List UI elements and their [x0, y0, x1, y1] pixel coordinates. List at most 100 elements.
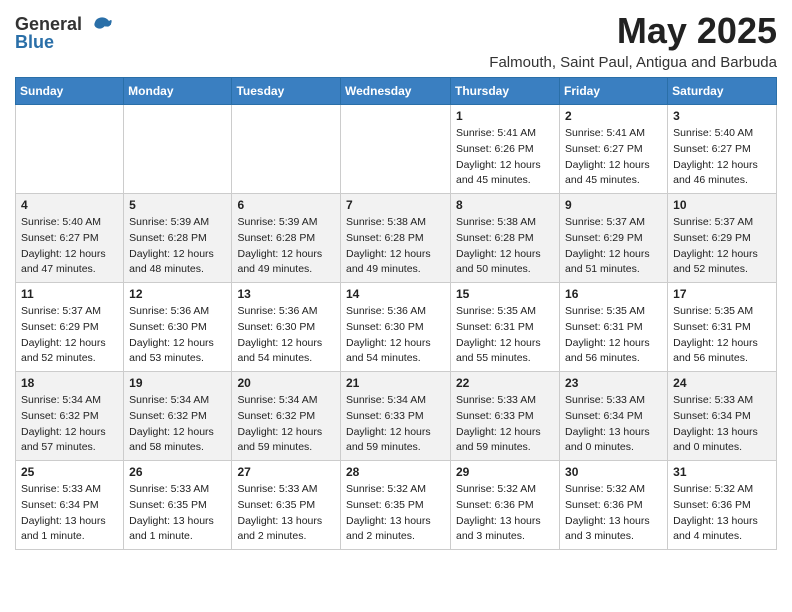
empty-cell — [16, 105, 124, 194]
day-info: Sunrise: 5:33 AM Sunset: 6:34 PM Dayligh… — [673, 393, 771, 456]
weekday-header-saturday: Saturday — [668, 78, 777, 105]
day-cell-20: 20Sunrise: 5:34 AM Sunset: 6:32 PM Dayli… — [232, 372, 341, 461]
day-info: Sunrise: 5:41 AM Sunset: 6:26 PM Dayligh… — [456, 126, 554, 189]
day-cell-31: 31 Sunrise: 5:32 AM Sunset: 6:36 PM Dayli… — [668, 461, 777, 550]
weekday-header-thursday: Thursday — [451, 78, 560, 105]
day-info: Sunrise: 5:33 AM Sunset: 6:34 PM Dayligh… — [21, 482, 118, 545]
day-number: 30 — [565, 465, 662, 479]
month-year-title: May 2025 — [489, 10, 777, 52]
day-info: Sunrise: 5:33 AM Sunset: 6:33 PM Dayligh… — [456, 393, 554, 456]
week-row-3: 11 Sunrise: 5:37 AM Sunset: 6:29 PM Dayli… — [16, 283, 777, 372]
logo-blue: Blue — [15, 32, 54, 52]
logo: General Blue — [15, 14, 113, 53]
day-cell-17: 17Sunrise: 5:35 AM Sunset: 6:31 PM Dayli… — [668, 283, 777, 372]
day-cell-7: 7 Sunrise: 5:38 AM Sunset: 6:28 PM Daylig… — [341, 194, 451, 283]
day-cell-1: 1 Sunrise: 5:41 AM Sunset: 6:26 PM Daylig… — [451, 105, 560, 194]
day-info: Sunrise: 5:39 AM Sunset: 6:28 PM Dayligh… — [129, 215, 226, 278]
location-subtitle: Falmouth, Saint Paul, Antigua and Barbud… — [489, 54, 777, 71]
day-number: 13 — [237, 287, 335, 301]
day-cell-13: 13Sunrise: 5:36 AM Sunset: 6:30 PM Dayli… — [232, 283, 341, 372]
day-number: 31 — [673, 465, 771, 479]
day-cell-14: 14Sunrise: 5:36 AM Sunset: 6:30 PM Dayli… — [341, 283, 451, 372]
day-info: Sunrise: 5:32 AM Sunset: 6:35 PM Dayligh… — [346, 482, 445, 545]
week-row-2: 4 Sunrise: 5:40 AM Sunset: 6:27 PM Daylig… — [16, 194, 777, 283]
day-cell-19: 19Sunrise: 5:34 AM Sunset: 6:32 PM Dayli… — [124, 372, 232, 461]
day-number: 18 — [21, 376, 118, 390]
weekday-header-row: SundayMondayTuesdayWednesdayThursdayFrid… — [16, 78, 777, 105]
day-info: Sunrise: 5:34 AM Sunset: 6:32 PM Dayligh… — [129, 393, 226, 456]
day-number: 3 — [673, 109, 771, 123]
weekday-header-monday: Monday — [124, 78, 232, 105]
calendar-table: SundayMondayTuesdayWednesdayThursdayFrid… — [15, 77, 777, 550]
day-number: 24 — [673, 376, 771, 390]
day-cell-27: 27Sunrise: 5:33 AM Sunset: 6:35 PM Dayli… — [232, 461, 341, 550]
day-number: 15 — [456, 287, 554, 301]
day-info: Sunrise: 5:40 AM Sunset: 6:27 PM Dayligh… — [673, 126, 771, 189]
day-cell-22: 22 Sunrise: 5:33 AM Sunset: 6:33 PM Dayli… — [451, 372, 560, 461]
day-cell-18: 18 Sunrise: 5:34 AM Sunset: 6:32 PM Dayli… — [16, 372, 124, 461]
day-cell-11: 11 Sunrise: 5:37 AM Sunset: 6:29 PM Dayli… — [16, 283, 124, 372]
day-number: 10 — [673, 198, 771, 212]
empty-cell — [124, 105, 232, 194]
day-info: Sunrise: 5:38 AM Sunset: 6:28 PM Dayligh… — [346, 215, 445, 278]
day-number: 2 — [565, 109, 662, 123]
day-cell-28: 28 Sunrise: 5:32 AM Sunset: 6:35 PM Dayli… — [341, 461, 451, 550]
day-cell-29: 29 Sunrise: 5:32 AM Sunset: 6:36 PM Dayli… — [451, 461, 560, 550]
day-info: Sunrise: 5:40 AM Sunset: 6:27 PM Dayligh… — [21, 215, 118, 278]
day-cell-15: 15 Sunrise: 5:35 AM Sunset: 6:31 PM Dayli… — [451, 283, 560, 372]
day-cell-26: 26 Sunrise: 5:33 AM Sunset: 6:35 PM Dayli… — [124, 461, 232, 550]
day-info: Sunrise: 5:35 AM Sunset: 6:31 PM Dayligh… — [565, 304, 662, 367]
week-row-1: 1 Sunrise: 5:41 AM Sunset: 6:26 PM Daylig… — [16, 105, 777, 194]
day-cell-16: 16 Sunrise: 5:35 AM Sunset: 6:31 PM Dayli… — [560, 283, 668, 372]
day-cell-5: 5Sunrise: 5:39 AM Sunset: 6:28 PM Daylig… — [124, 194, 232, 283]
day-info: Sunrise: 5:38 AM Sunset: 6:28 PM Dayligh… — [456, 215, 554, 278]
day-number: 25 — [21, 465, 118, 479]
day-info: Sunrise: 5:32 AM Sunset: 6:36 PM Dayligh… — [673, 482, 771, 545]
day-cell-8: 8Sunrise: 5:38 AM Sunset: 6:28 PM Daylig… — [451, 194, 560, 283]
day-info: Sunrise: 5:33 AM Sunset: 6:34 PM Dayligh… — [565, 393, 662, 456]
day-cell-9: 9 Sunrise: 5:37 AM Sunset: 6:29 PM Daylig… — [560, 194, 668, 283]
day-info: Sunrise: 5:37 AM Sunset: 6:29 PM Dayligh… — [565, 215, 662, 278]
day-number: 16 — [565, 287, 662, 301]
day-info: Sunrise: 5:32 AM Sunset: 6:36 PM Dayligh… — [456, 482, 554, 545]
day-cell-30: 30 Sunrise: 5:32 AM Sunset: 6:36 PM Dayli… — [560, 461, 668, 550]
day-cell-25: 25 Sunrise: 5:33 AM Sunset: 6:34 PM Dayli… — [16, 461, 124, 550]
day-number: 20 — [237, 376, 335, 390]
weekday-header-friday: Friday — [560, 78, 668, 105]
day-cell-23: 23Sunrise: 5:33 AM Sunset: 6:34 PM Dayli… — [560, 372, 668, 461]
day-cell-24: 24 Sunrise: 5:33 AM Sunset: 6:34 PM Dayli… — [668, 372, 777, 461]
empty-cell — [341, 105, 451, 194]
day-number: 6 — [237, 198, 335, 212]
day-info: Sunrise: 5:32 AM Sunset: 6:36 PM Dayligh… — [565, 482, 662, 545]
day-number: 17 — [673, 287, 771, 301]
day-info: Sunrise: 5:37 AM Sunset: 6:29 PM Dayligh… — [21, 304, 118, 367]
day-cell-6: 6 Sunrise: 5:39 AM Sunset: 6:28 PM Daylig… — [232, 194, 341, 283]
day-cell-3: 3 Sunrise: 5:40 AM Sunset: 6:27 PM Daylig… — [668, 105, 777, 194]
header: General Blue May 2025 Falmouth, Saint Pa… — [15, 10, 777, 71]
weekday-header-sunday: Sunday — [16, 78, 124, 105]
logo-bird-icon — [91, 16, 113, 34]
day-number: 22 — [456, 376, 554, 390]
day-number: 4 — [21, 198, 118, 212]
day-number: 7 — [346, 198, 445, 212]
day-number: 29 — [456, 465, 554, 479]
day-cell-2: 2Sunrise: 5:41 AM Sunset: 6:27 PM Daylig… — [560, 105, 668, 194]
week-row-5: 25 Sunrise: 5:33 AM Sunset: 6:34 PM Dayli… — [16, 461, 777, 550]
day-number: 1 — [456, 109, 554, 123]
day-info: Sunrise: 5:33 AM Sunset: 6:35 PM Dayligh… — [237, 482, 335, 545]
title-area: May 2025 Falmouth, Saint Paul, Antigua a… — [489, 10, 777, 71]
day-number: 26 — [129, 465, 226, 479]
day-number: 28 — [346, 465, 445, 479]
day-info: Sunrise: 5:34 AM Sunset: 6:32 PM Dayligh… — [21, 393, 118, 456]
day-cell-10: 10Sunrise: 5:37 AM Sunset: 6:29 PM Dayli… — [668, 194, 777, 283]
day-info: Sunrise: 5:33 AM Sunset: 6:35 PM Dayligh… — [129, 482, 226, 545]
day-info: Sunrise: 5:35 AM Sunset: 6:31 PM Dayligh… — [456, 304, 554, 367]
day-number: 11 — [21, 287, 118, 301]
day-number: 12 — [129, 287, 226, 301]
weekday-header-tuesday: Tuesday — [232, 78, 341, 105]
day-info: Sunrise: 5:39 AM Sunset: 6:28 PM Dayligh… — [237, 215, 335, 278]
day-cell-12: 12Sunrise: 5:36 AM Sunset: 6:30 PM Dayli… — [124, 283, 232, 372]
day-number: 9 — [565, 198, 662, 212]
day-info: Sunrise: 5:34 AM Sunset: 6:33 PM Dayligh… — [346, 393, 445, 456]
day-number: 21 — [346, 376, 445, 390]
